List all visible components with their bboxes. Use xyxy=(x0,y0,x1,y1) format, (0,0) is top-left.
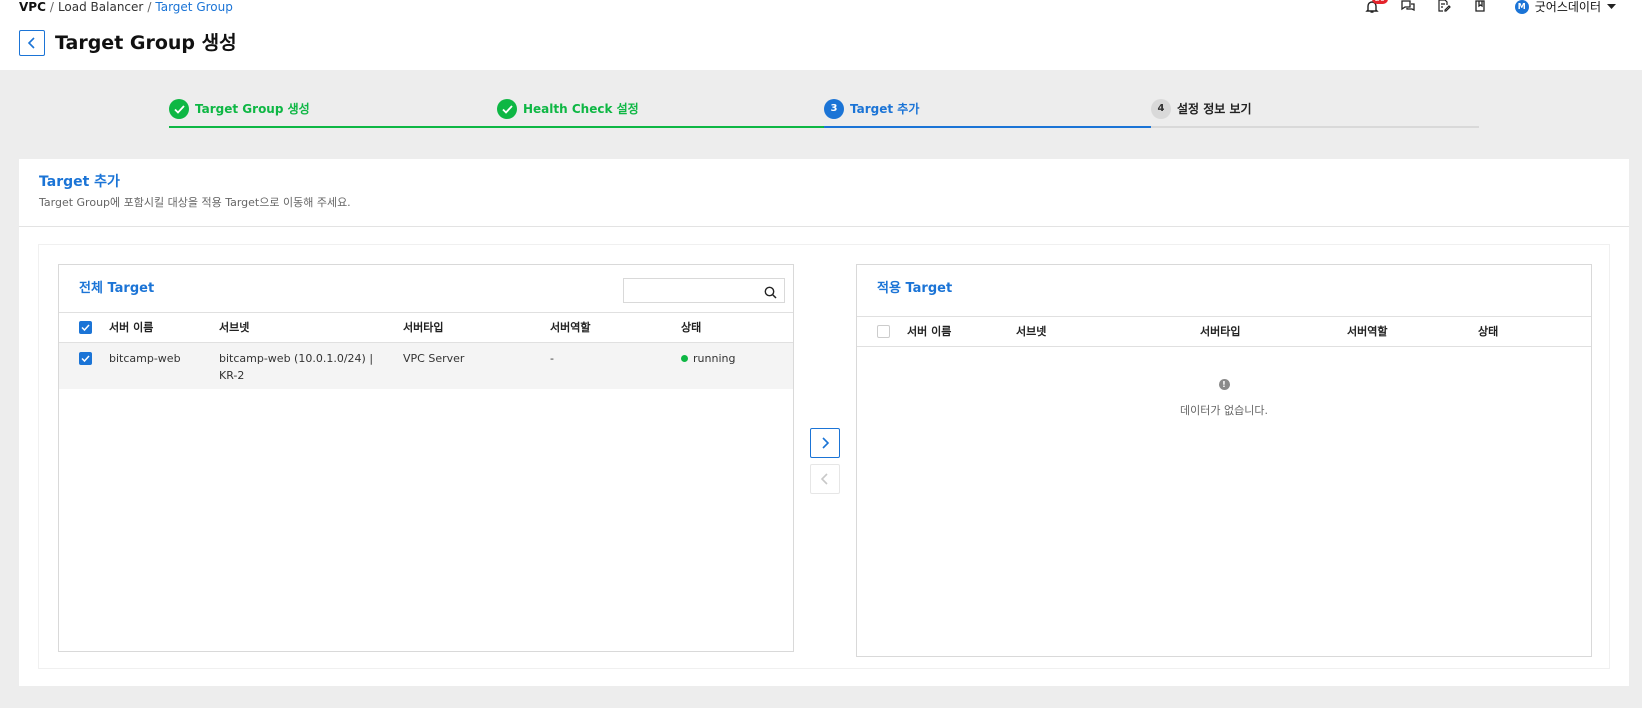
notification-count-badge: 20 xyxy=(1371,0,1388,4)
search-icon[interactable] xyxy=(764,284,777,303)
stepper-progress-remaining xyxy=(1151,126,1479,128)
breadcrumb-item-load-balancer[interactable]: Load Balancer xyxy=(58,0,143,14)
chat-icon[interactable] xyxy=(1399,0,1417,14)
row-status-text: running xyxy=(693,352,736,365)
step-1-label: Target Group 생성 xyxy=(195,102,310,116)
user-menu[interactable]: M 굿어스데이터 xyxy=(1514,0,1616,14)
row-server-name: bitcamp-web xyxy=(109,352,181,365)
step-1: Target Group 생성 xyxy=(169,99,310,119)
row-server-type: VPC Server xyxy=(403,352,465,365)
section-description: Target Group에 포함시킬 대상을 적용 Target으로 이동해 주… xyxy=(39,196,351,209)
select-all-checkbox[interactable] xyxy=(79,321,92,334)
move-right-button[interactable] xyxy=(810,428,840,458)
step-3: 3 Target 추가 xyxy=(824,99,919,119)
edit-document-icon[interactable] xyxy=(1435,0,1453,14)
check-icon xyxy=(497,99,517,119)
column-server-name[interactable]: 서버 이름 xyxy=(907,325,951,339)
select-all-checkbox[interactable] xyxy=(877,325,890,338)
applied-targets-panel: 적용 Target 서버 이름 서브넷 서버타입 서버역할 상태 ! 데이터가 … xyxy=(856,264,1592,657)
table-row[interactable]: bitcamp-web bitcamp-web (10.0.1.0/24) | … xyxy=(59,343,793,389)
step-2-label: Health Check 설정 xyxy=(523,102,639,116)
top-header: VPC / Load Balancer / Target Group 20 M … xyxy=(0,0,1642,70)
stepper-progress-active xyxy=(824,126,1151,128)
step-3-label: Target 추가 xyxy=(850,102,920,116)
column-server-type[interactable]: 서버타입 xyxy=(1200,325,1240,339)
user-avatar: M xyxy=(1514,0,1529,14)
target-search-input[interactable] xyxy=(623,278,785,303)
page-title: Target Group 생성 xyxy=(55,32,237,54)
breadcrumb-separator: / xyxy=(147,0,152,14)
chevron-right-icon xyxy=(822,437,830,449)
chevron-down-icon xyxy=(1607,4,1616,9)
applied-targets-title: 적용 Target xyxy=(877,281,953,296)
manual-book-icon[interactable] xyxy=(1471,0,1489,14)
row-status: running xyxy=(681,350,735,367)
row-subnet: bitcamp-web (10.0.1.0/24) | KR-2 xyxy=(219,352,374,382)
empty-state: ! 데이터가 없습니다. xyxy=(857,379,1591,418)
step-4: 4 설정 정보 보기 xyxy=(1151,99,1252,119)
user-name: 굿어스데이터 xyxy=(1534,0,1601,14)
chevron-left-icon xyxy=(820,473,828,485)
wizard-stepper: Target Group 생성 Health Check 설정 3 Target… xyxy=(169,99,1479,129)
header-icon-bar: 20 M 굿어스데이터 xyxy=(1345,0,1616,14)
check-icon xyxy=(169,99,189,119)
card-header: Target 추가 Target Group에 포함시킬 대상을 적용 Targ… xyxy=(19,159,1629,227)
notification-bell-icon[interactable]: 20 xyxy=(1363,0,1388,14)
target-add-card: Target 추가 Target Group에 포함시킬 대상을 적용 Targ… xyxy=(19,159,1629,686)
stepper-progress-done xyxy=(169,126,824,128)
column-subnet[interactable]: 서브넷 xyxy=(1016,325,1046,339)
step-4-number: 4 xyxy=(1151,99,1171,119)
all-targets-table-header: 서버 이름 서브넷 서버타입 서버역할 상태 xyxy=(59,312,793,343)
target-transfer-area: 전체 Target 서버 이름 서브넷 서버타입 서버역할 상태 bitcamp… xyxy=(38,244,1610,669)
move-left-button[interactable] xyxy=(810,464,840,494)
chevron-left-icon xyxy=(27,37,35,49)
column-server-type[interactable]: 서버타입 xyxy=(403,321,443,335)
breadcrumb-current: Target Group xyxy=(155,0,233,14)
empty-state-text: 데이터가 없습니다. xyxy=(1180,404,1268,417)
step-3-number: 3 xyxy=(824,99,844,119)
all-targets-title: 전체 Target xyxy=(79,281,155,296)
column-status[interactable]: 상태 xyxy=(1478,325,1498,339)
applied-targets-table-header: 서버 이름 서브넷 서버타입 서버역할 상태 xyxy=(857,316,1591,347)
step-2: Health Check 설정 xyxy=(497,99,639,119)
column-server-role[interactable]: 서버역할 xyxy=(550,321,590,335)
breadcrumb-item-vpc[interactable]: VPC xyxy=(19,0,46,14)
row-server-role: - xyxy=(550,352,554,365)
status-running-dot xyxy=(681,355,688,362)
back-button[interactable] xyxy=(19,30,45,56)
info-icon: ! xyxy=(1218,379,1230,390)
breadcrumb-separator: / xyxy=(49,0,54,14)
column-status[interactable]: 상태 xyxy=(681,321,701,335)
column-subnet[interactable]: 서브넷 xyxy=(219,321,249,335)
breadcrumb: VPC / Load Balancer / Target Group xyxy=(19,0,233,14)
row-checkbox[interactable] xyxy=(79,352,92,365)
all-targets-panel: 전체 Target 서버 이름 서브넷 서버타입 서버역할 상태 bitcamp… xyxy=(58,264,794,652)
section-title: Target 추가 xyxy=(39,174,120,190)
column-server-name[interactable]: 서버 이름 xyxy=(109,321,153,335)
column-server-role[interactable]: 서버역할 xyxy=(1347,325,1387,339)
step-4-label: 설정 정보 보기 xyxy=(1177,102,1252,116)
